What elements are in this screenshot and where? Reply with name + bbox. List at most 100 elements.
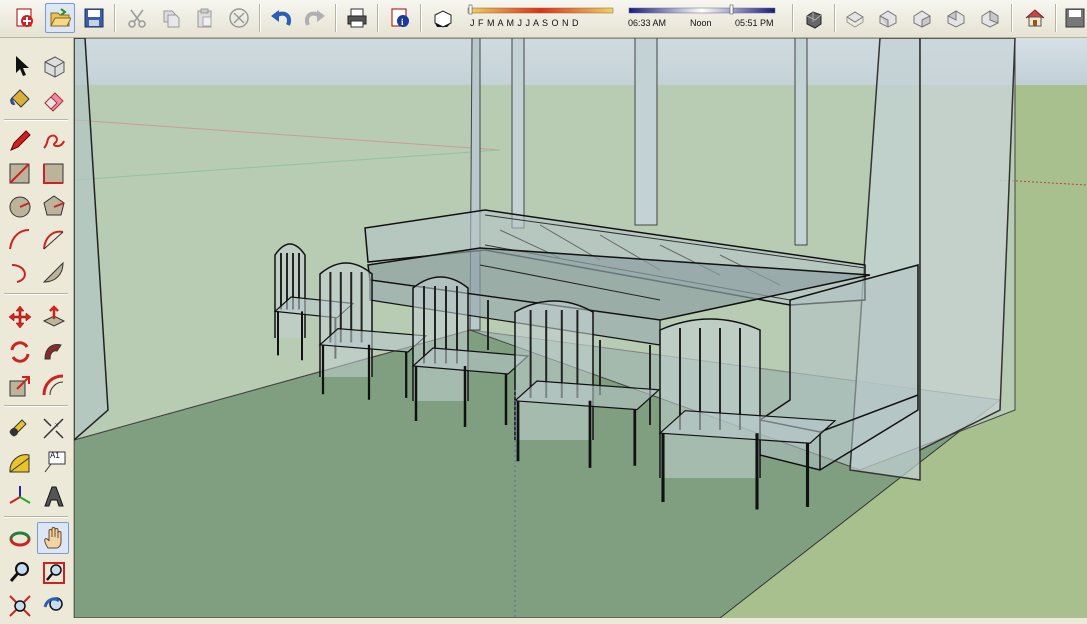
magnifier-icon bbox=[9, 562, 29, 582]
hand-icon bbox=[44, 527, 62, 549]
eraser-icon bbox=[44, 92, 64, 112]
copy-icon bbox=[163, 10, 180, 28]
arc-tool-button[interactable] bbox=[3, 223, 35, 255]
shadows-toggle-button[interactable] bbox=[428, 3, 458, 33]
move-arrows-icon bbox=[8, 305, 32, 329]
axes-icon bbox=[9, 486, 31, 504]
push-pull-button[interactable] bbox=[37, 300, 69, 332]
model-info-button[interactable]: i bbox=[385, 3, 415, 33]
time-start-label: 06:33 AM bbox=[628, 18, 667, 28]
dimensions-button[interactable]: x bbox=[37, 412, 69, 444]
component-icon bbox=[44, 56, 65, 78]
new-file-button[interactable] bbox=[10, 3, 40, 33]
move-tool-button[interactable] bbox=[3, 300, 35, 332]
time-slider[interactable] bbox=[628, 7, 776, 14]
left-view-icon bbox=[981, 10, 999, 28]
follow-me-button[interactable] bbox=[37, 335, 69, 367]
pie-tool-button[interactable] bbox=[37, 256, 69, 288]
make-component-button[interactable] bbox=[37, 49, 69, 81]
rotate-icon bbox=[10, 341, 30, 363]
previous-view-button[interactable] bbox=[37, 589, 69, 621]
freehand-squiggle-icon bbox=[43, 134, 65, 149]
printer-icon bbox=[347, 8, 367, 28]
undo-button[interactable] bbox=[266, 3, 296, 33]
floppy-disk-icon bbox=[1065, 8, 1085, 28]
orbit-tool-button[interactable] bbox=[3, 522, 35, 554]
pan-tool-button[interactable] bbox=[37, 522, 69, 554]
time-noon-label: Noon bbox=[690, 18, 712, 28]
zoom-window-icon bbox=[43, 562, 65, 584]
right-wall bbox=[919, 38, 1016, 452]
save-button[interactable] bbox=[79, 3, 109, 33]
undo-arrow-icon bbox=[271, 10, 291, 26]
three-point-arc-icon bbox=[11, 264, 26, 283]
dimension-icon: x bbox=[43, 418, 64, 439]
text-tool-button[interactable]: A1 bbox=[37, 446, 69, 478]
pencil-tool-button[interactable] bbox=[3, 124, 35, 156]
rectangle-tool-button[interactable] bbox=[3, 157, 35, 189]
three-point-arc-button[interactable] bbox=[3, 256, 35, 288]
scale-tool-button[interactable] bbox=[3, 369, 35, 401]
time-slider-thumb[interactable] bbox=[729, 4, 734, 15]
protractor-icon bbox=[9, 454, 30, 473]
redo-button[interactable] bbox=[300, 3, 330, 33]
tools-sidebar: x A1 bbox=[0, 38, 74, 624]
polygon-icon bbox=[43, 195, 65, 216]
month-labels: J F M A M J J A S O N D bbox=[470, 18, 580, 28]
front-view-button[interactable] bbox=[873, 3, 903, 33]
top-view-button[interactable] bbox=[840, 3, 870, 33]
protractor-button[interactable] bbox=[3, 446, 35, 478]
left-view-button[interactable] bbox=[975, 3, 1005, 33]
rotated-rectangle-button[interactable] bbox=[37, 157, 69, 189]
axes-tool-button[interactable] bbox=[3, 480, 35, 512]
right-view-icon bbox=[913, 10, 931, 28]
arc-icon bbox=[9, 229, 30, 250]
top-view-icon bbox=[846, 11, 864, 28]
offset-tool-button[interactable] bbox=[37, 369, 69, 401]
save-as-button[interactable] bbox=[1060, 3, 1087, 33]
delete-circle-icon bbox=[229, 8, 249, 28]
main-toolbar: i J F M A M J J A S O N D 06:33 AM Noon … bbox=[0, 0, 1087, 38]
cut-button[interactable] bbox=[122, 3, 152, 33]
zoom-tool-button[interactable] bbox=[3, 556, 35, 588]
select-tool-button[interactable] bbox=[3, 49, 35, 81]
open-file-button[interactable] bbox=[45, 3, 75, 33]
front-view-icon bbox=[879, 10, 897, 28]
copy-button[interactable] bbox=[156, 3, 186, 33]
right-view-button[interactable] bbox=[907, 3, 937, 33]
rotate-tool-button[interactable] bbox=[3, 335, 35, 367]
back-view-button[interactable] bbox=[941, 3, 971, 33]
window-mullion-2 bbox=[634, 38, 658, 226]
eraser-button[interactable] bbox=[37, 82, 69, 114]
iso-view-button[interactable] bbox=[799, 3, 829, 33]
erase-button[interactable] bbox=[224, 3, 254, 33]
polygon-tool-button[interactable] bbox=[37, 190, 69, 222]
pencil-icon bbox=[10, 130, 31, 151]
orbit-icon bbox=[9, 531, 31, 547]
print-button[interactable] bbox=[342, 3, 372, 33]
circle-tool-button[interactable] bbox=[3, 190, 35, 222]
scale-icon bbox=[9, 376, 30, 397]
paste-button[interactable] bbox=[190, 3, 220, 33]
model-viewport[interactable] bbox=[74, 38, 1087, 618]
month-slider[interactable] bbox=[467, 7, 614, 14]
circle-icon bbox=[9, 196, 31, 218]
freehand-tool-button[interactable] bbox=[37, 124, 69, 156]
rotated-rectangle-icon bbox=[43, 163, 64, 184]
month-slider-thumb[interactable] bbox=[468, 4, 473, 15]
zoom-window-button[interactable] bbox=[37, 556, 69, 588]
paint-bucket-button[interactable] bbox=[3, 82, 35, 114]
rectangle-icon bbox=[9, 163, 30, 184]
offset-icon bbox=[42, 374, 64, 396]
home-view-button[interactable] bbox=[1020, 3, 1050, 33]
scissors-icon bbox=[128, 9, 146, 28]
two-point-arc-button[interactable] bbox=[37, 223, 69, 255]
3d-text-button[interactable] bbox=[37, 480, 69, 512]
push-pull-icon bbox=[42, 305, 66, 327]
follow-me-icon bbox=[44, 344, 62, 360]
tape-measure-button[interactable] bbox=[3, 412, 35, 444]
window-mullion-1 bbox=[511, 38, 525, 229]
zoom-extents-button[interactable] bbox=[3, 589, 35, 621]
back-view-icon bbox=[946, 10, 965, 28]
arrow-cursor-icon bbox=[16, 56, 29, 76]
